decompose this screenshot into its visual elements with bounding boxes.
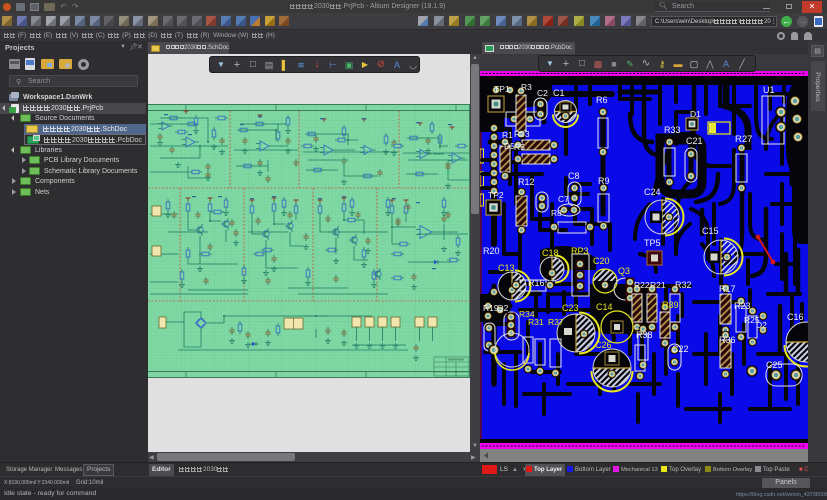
svg-text:C14: C14 — [596, 302, 613, 312]
svg-text:TP1: TP1 — [494, 84, 510, 94]
svg-text:R38: R38 — [636, 330, 653, 340]
svg-text:RP3: RP3 — [571, 246, 589, 256]
svg-text:R03: R03 — [514, 129, 530, 139]
svg-text:R5: R5 — [514, 142, 525, 152]
svg-text:R21: R21 — [650, 280, 666, 290]
svg-text:R36: R36 — [719, 335, 736, 345]
svg-text:C2: C2 — [537, 88, 548, 98]
svg-text:R31: R31 — [528, 317, 544, 327]
svg-text:D1: D1 — [690, 109, 701, 119]
svg-text:R27: R27 — [735, 134, 752, 145]
svg-text:C21: C21 — [686, 136, 703, 146]
svg-text:C13: C13 — [498, 263, 515, 273]
svg-text:R22: R22 — [634, 280, 650, 290]
svg-text:C7: C7 — [558, 194, 569, 204]
svg-text:R6: R6 — [596, 95, 608, 105]
svg-text:R1: R1 — [502, 130, 513, 140]
svg-text:R32: R32 — [675, 280, 692, 290]
svg-text:R3: R3 — [521, 82, 532, 92]
svg-text:R33: R33 — [664, 125, 681, 135]
svg-text:R9: R9 — [598, 176, 610, 186]
svg-text:D2: D2 — [756, 320, 767, 330]
svg-text:R16: R16 — [528, 278, 545, 288]
svg-text:C8: C8 — [568, 171, 580, 181]
svg-text:TP5: TP5 — [644, 238, 661, 248]
svg-text:Q3: Q3 — [618, 266, 630, 276]
svg-text:R37: R37 — [548, 317, 564, 327]
svg-text:R23: R23 — [734, 301, 751, 311]
svg-text:R12: R12 — [518, 177, 535, 187]
svg-text:C26: C26 — [595, 340, 612, 350]
svg-text:R17: R17 — [719, 284, 736, 294]
svg-text:C1: C1 — [553, 88, 565, 98]
svg-text:C20: C20 — [593, 256, 610, 266]
svg-text:U1: U1 — [763, 85, 775, 95]
svg-text:R39: R39 — [662, 300, 679, 310]
svg-text:C23: C23 — [562, 303, 579, 313]
svg-text:C16: C16 — [787, 312, 804, 322]
svg-text:C25: C25 — [766, 360, 783, 370]
svg-text:C18: C18 — [542, 248, 559, 258]
svg-text:C15: C15 — [702, 226, 719, 236]
svg-text:R20: R20 — [483, 246, 500, 256]
svg-text:R8: R8 — [551, 208, 562, 218]
svg-text:C22: C22 — [672, 344, 689, 354]
svg-text:C24: C24 — [644, 187, 661, 197]
svg-text:TP2: TP2 — [488, 190, 504, 200]
svg-text:Q2: Q2 — [497, 303, 509, 313]
